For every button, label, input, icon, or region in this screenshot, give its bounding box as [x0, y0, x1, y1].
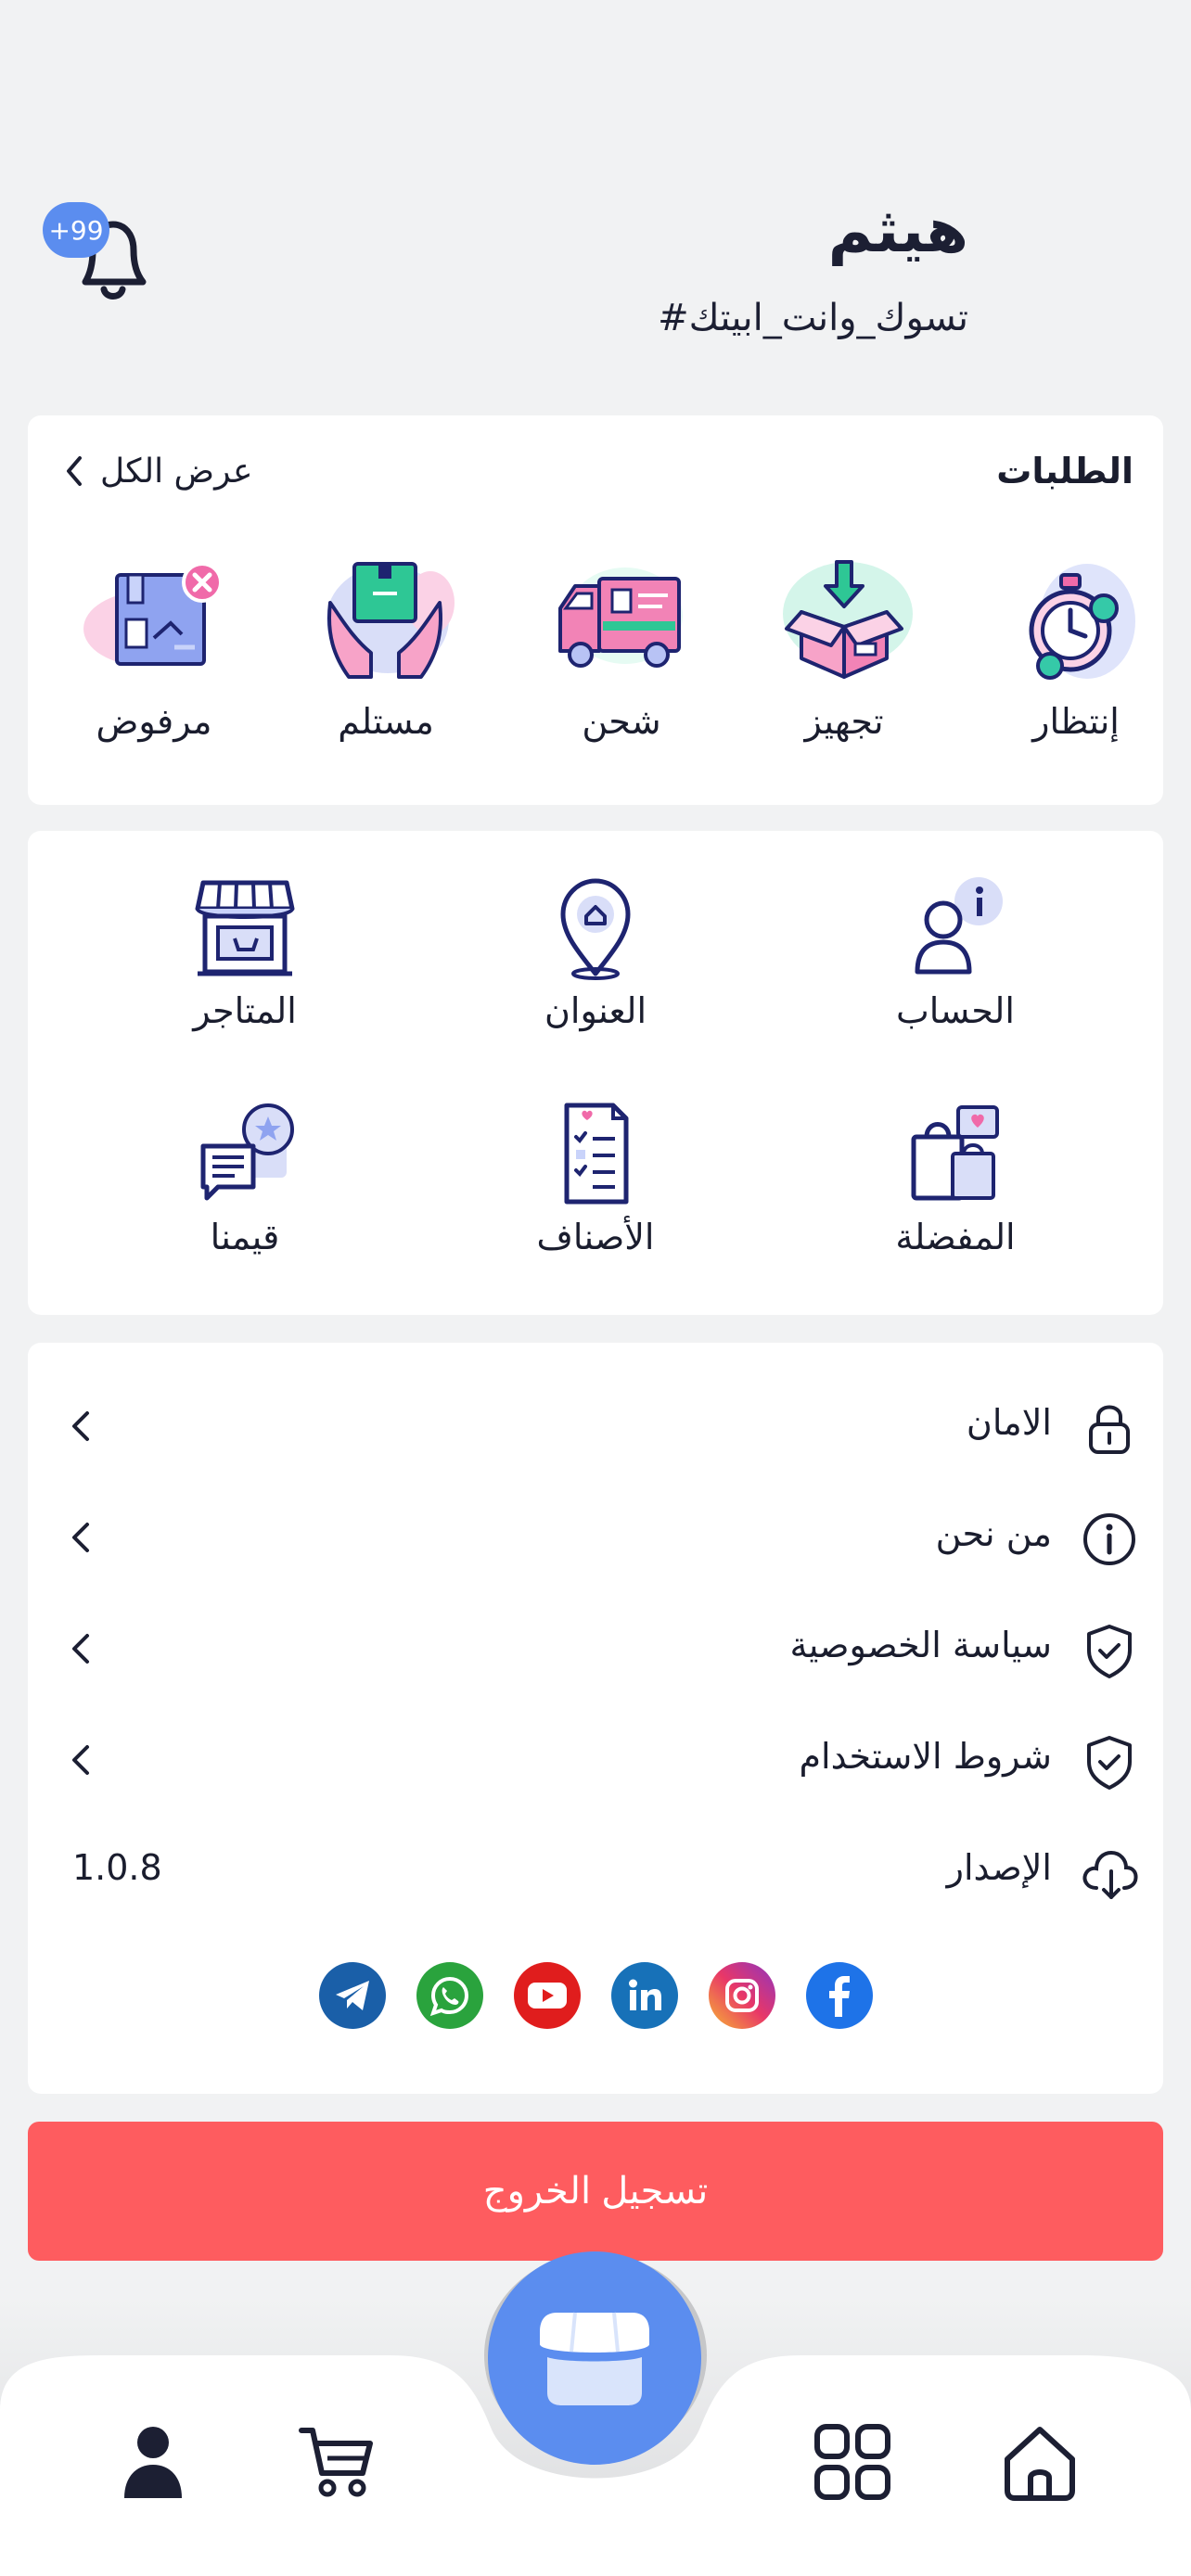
- facebook-icon: [828, 1976, 850, 2017]
- whatsapp-icon: [429, 1976, 468, 2017]
- youtube-icon: [527, 1983, 567, 2009]
- store-icon: [195, 880, 295, 976]
- rate-us-icon: [200, 1103, 294, 1201]
- notification-count-badge: +99: [43, 202, 109, 258]
- lock-icon: [1089, 1405, 1130, 1454]
- shortcut-label: العنوان: [544, 990, 647, 1031]
- rejected-box-icon: [83, 562, 223, 666]
- nav-profile-button[interactable]: [111, 2420, 195, 2504]
- settings-label: شروط الاستخدام: [799, 1736, 1052, 1777]
- settings-card: الامان من نحن سياسة الخصوصية شروط الاستخ: [28, 1343, 1163, 2094]
- profile-icon: [124, 2427, 182, 2498]
- shortcuts-card: الحساب العنوان المتاجر المفضلة الأصناف ق…: [28, 831, 1163, 1315]
- shortcut-address[interactable]: العنوان: [456, 870, 735, 1031]
- address-pin-icon: [560, 878, 631, 980]
- orders-title: الطلبات: [996, 451, 1133, 491]
- settings-version-row: الإصدار 1.0.8: [28, 1825, 1163, 1918]
- telegram-icon: [335, 1981, 369, 2010]
- delivery-truck-icon: [558, 567, 683, 668]
- nav-home-button[interactable]: [998, 2420, 1082, 2504]
- user-tag: #تسوك_وانت_ابيتك: [658, 297, 968, 339]
- shortcut-label: المفضلة: [895, 1217, 1016, 1257]
- order-status-received[interactable]: مستلم: [284, 555, 488, 742]
- store-fab-icon: [540, 2312, 649, 2405]
- shortcut-stores[interactable]: المتاجر: [106, 870, 384, 1031]
- order-status-preparing[interactable]: تجهيز: [742, 555, 946, 742]
- favorites-bags-icon: [911, 1105, 999, 1201]
- store-fab-button[interactable]: [488, 2251, 701, 2465]
- version-label: الإصدار: [946, 1847, 1052, 1888]
- open-box-icon: [783, 560, 913, 679]
- stopwatch-icon: [1029, 564, 1135, 680]
- logout-button[interactable]: تسجيل الخروج: [28, 2122, 1163, 2261]
- cart-icon: [299, 2428, 373, 2497]
- grid-icon: [814, 2424, 890, 2500]
- instagram-icon: [724, 1979, 759, 2012]
- version-value: 1.0.8: [72, 1847, 162, 1888]
- chevron-left-icon: [72, 1411, 89, 1441]
- settings-label: الامان: [966, 1402, 1052, 1443]
- linkedin-icon: [628, 1979, 661, 2010]
- shortcut-label: المتاجر: [193, 990, 297, 1031]
- shortcut-label: قيمنا: [210, 1217, 280, 1257]
- youtube-link[interactable]: [513, 1962, 581, 2029]
- hands-package-icon: [327, 562, 455, 679]
- order-status-shipping[interactable]: شحن: [519, 555, 724, 742]
- facebook-link[interactable]: [805, 1962, 873, 2029]
- shortcut-label: الأصناف: [536, 1217, 655, 1257]
- linkedin-link[interactable]: [610, 1962, 678, 2029]
- account-icon: [915, 877, 1003, 975]
- cloud-download-icon: [1082, 1850, 1138, 1899]
- categories-list-icon: [564, 1103, 629, 1205]
- nav-categories-button[interactable]: [811, 2420, 894, 2504]
- view-all-label: عرض الكل: [100, 452, 253, 491]
- settings-privacy-row[interactable]: سياسة الخصوصية: [28, 1602, 1163, 1695]
- order-status-label: مستلم: [338, 701, 434, 742]
- settings-security-row[interactable]: الامان: [28, 1380, 1163, 1473]
- chevron-left-icon: [67, 456, 82, 486]
- info-icon: [1083, 1513, 1135, 1565]
- home-icon: [1005, 2427, 1075, 2501]
- order-status-rejected[interactable]: مرفوض: [52, 555, 256, 742]
- chevron-left-icon: [72, 1634, 89, 1664]
- shield-check-icon: [1087, 1736, 1132, 1790]
- settings-terms-row[interactable]: شروط الاستخدام: [28, 1714, 1163, 1806]
- user-name: هيثم: [827, 195, 968, 266]
- telegram-link[interactable]: [318, 1962, 386, 2029]
- view-all-link[interactable]: عرض الكل: [61, 445, 252, 497]
- shortcut-categories[interactable]: الأصناف: [456, 1096, 735, 1257]
- orders-card: الطلبات عرض الكل إنتظار تجهيز شحن مستلم …: [28, 415, 1163, 805]
- shortcut-rate-us[interactable]: قيمنا: [106, 1096, 384, 1257]
- order-status-label: إنتظار: [1032, 701, 1120, 742]
- order-status-label: تجهيز: [804, 701, 884, 742]
- settings-label: سياسة الخصوصية: [789, 1625, 1052, 1665]
- order-status-label: شحن: [582, 701, 661, 742]
- shortcut-favorites[interactable]: المفضلة: [816, 1096, 1095, 1257]
- whatsapp-link[interactable]: [416, 1962, 483, 2029]
- settings-label: من نحن: [935, 1513, 1052, 1554]
- settings-about-row[interactable]: من نحن: [28, 1491, 1163, 1584]
- chevron-left-icon: [72, 1523, 89, 1552]
- shortcut-label: الحساب: [896, 990, 1015, 1031]
- order-status-label: مرفوض: [96, 701, 212, 742]
- shortcut-account[interactable]: الحساب: [816, 870, 1095, 1031]
- nav-cart-button[interactable]: [295, 2420, 378, 2504]
- order-status-waiting[interactable]: إنتظار: [974, 555, 1178, 742]
- shield-check-icon: [1087, 1625, 1132, 1678]
- chevron-left-icon: [72, 1745, 89, 1775]
- social-links: [28, 1962, 1163, 2029]
- instagram-link[interactable]: [708, 1962, 775, 2029]
